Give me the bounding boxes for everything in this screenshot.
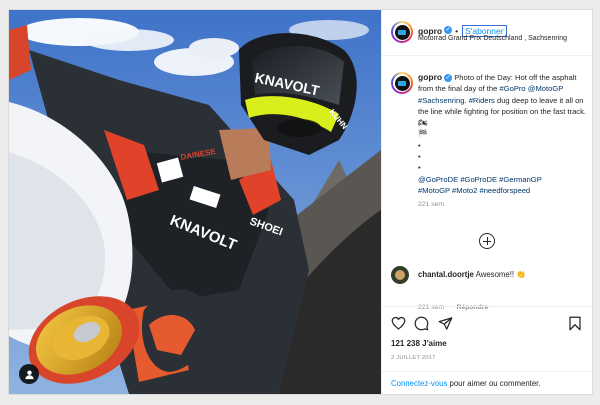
hashtag-riders[interactable]: #Riders bbox=[469, 96, 495, 105]
mention-motogp[interactable]: @MotoGP bbox=[528, 84, 563, 93]
user-tag-button[interactable] bbox=[19, 364, 39, 384]
post-photo[interactable]: KNAVOLT SHOEI DAINESE KNAVOLT KUHN bbox=[9, 10, 381, 394]
caption-avatar[interactable] bbox=[391, 72, 413, 94]
verified-icon: ✓ bbox=[444, 74, 453, 82]
comment-icon[interactable] bbox=[414, 316, 429, 331]
login-link[interactable]: Connectez-vous bbox=[391, 379, 447, 388]
caption-dot: • bbox=[418, 152, 421, 162]
comment: chantal.doortje Awesome!! 👏 bbox=[418, 270, 526, 279]
comment-username[interactable]: chantal.doortje bbox=[418, 270, 474, 279]
post-card: KNAVOLT SHOEI DAINESE KNAVOLT KUHN gopro… bbox=[8, 9, 593, 395]
caption-dot: • bbox=[418, 140, 421, 150]
login-prompt-text: pour aimer ou commenter. bbox=[447, 379, 541, 388]
caption-dot: • bbox=[418, 163, 421, 173]
heart-icon[interactable] bbox=[391, 316, 406, 330]
photo-illustration: KNAVOLT SHOEI DAINESE KNAVOLT KUHN bbox=[9, 10, 381, 394]
comments-section: gopro ✓ Photo of the Day: Hot off the asp… bbox=[382, 56, 593, 314]
like-count[interactable]: 121 238 J'aime bbox=[391, 339, 447, 348]
location-link[interactable]: Motorrad Grand Prix Deutschland , Sachse… bbox=[418, 35, 567, 42]
post-side-panel: gopro ✓ • S'abonner Motorrad Grand Prix Deu… bbox=[381, 10, 593, 394]
hashtag-sachsenring[interactable]: #Sachsenring bbox=[418, 96, 464, 105]
avatar[interactable] bbox=[391, 21, 413, 43]
login-prompt: Connectez-vous pour aimer ou commenter. bbox=[382, 371, 593, 395]
plus-circle-icon[interactable] bbox=[479, 233, 495, 249]
caption-username[interactable]: gopro bbox=[418, 72, 442, 82]
clapping-icon: 👏 bbox=[516, 270, 526, 279]
commenter-avatar[interactable] bbox=[391, 266, 409, 284]
gopro-logo-icon bbox=[394, 24, 410, 40]
caption: gopro ✓ Photo of the Day: Hot off the asp… bbox=[418, 72, 586, 211]
comment-text: Awesome!! bbox=[475, 270, 517, 279]
gopro-logo-icon bbox=[394, 75, 410, 91]
post-header: gopro ✓ • S'abonner Motorrad Grand Prix Deu… bbox=[382, 10, 593, 56]
verified-icon: ✓ bbox=[444, 25, 453, 34]
caption-tags-line1[interactable]: @GoProDE #GoProDE #GermanGP bbox=[418, 175, 542, 184]
action-bar: 121 238 J'aime 2 JUILLET 2017 Connectez-… bbox=[382, 306, 593, 395]
share-icon[interactable] bbox=[438, 316, 453, 331]
hashtag-gopro[interactable]: #GoPro bbox=[499, 84, 525, 93]
checkered-flag-icon: 🏁 bbox=[418, 129, 428, 139]
post-date[interactable]: 2 JUILLET 2017 bbox=[391, 355, 436, 361]
caption-tags-line2[interactable]: #MotoGP #Moto2 #needforspeed bbox=[418, 186, 530, 195]
motorcycle-icon: 🏍 bbox=[418, 118, 428, 128]
caption-time[interactable]: 221 sem bbox=[418, 199, 586, 210]
user-tag-icon bbox=[24, 369, 34, 379]
bookmark-icon[interactable] bbox=[568, 316, 582, 331]
